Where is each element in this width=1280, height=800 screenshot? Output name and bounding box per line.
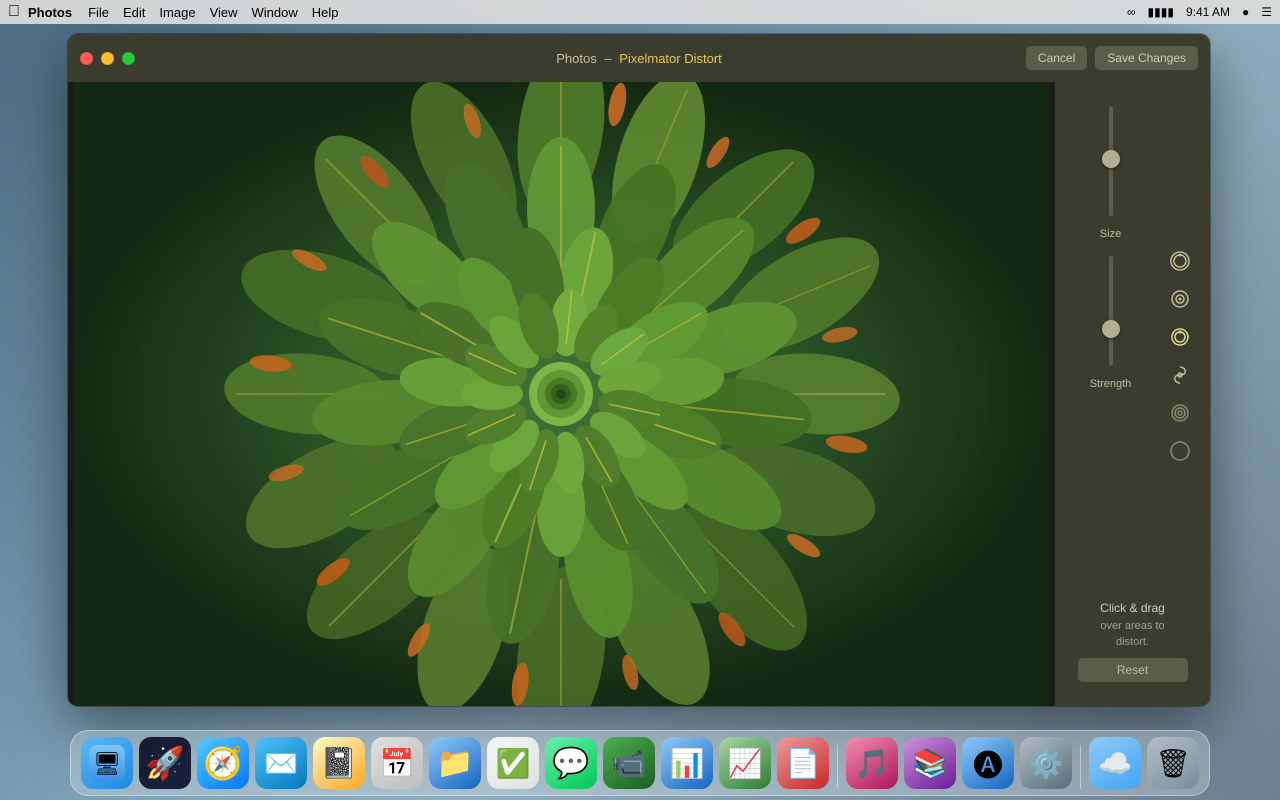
dock-icon-safari[interactable]: 🧭 <box>197 737 249 789</box>
menu-help[interactable]: Help <box>312 5 339 20</box>
strength-slider-section: Strength <box>1063 248 1158 390</box>
dock-icon-messages[interactable]: 💬 <box>545 737 597 789</box>
strength-slider-thumb[interactable] <box>1102 320 1120 338</box>
window-body: Size Strength <box>68 82 1210 706</box>
dock-icon-appstore[interactable]: 🅐 <box>962 737 1014 789</box>
dock-separator <box>837 745 838 789</box>
dock-icon-pages[interactable]: 📄 <box>777 737 829 789</box>
photo-image <box>68 82 1055 706</box>
info-sub-text: over areas to distort. <box>1078 619 1188 650</box>
menu-view[interactable]: View <box>210 5 238 20</box>
title-plugin-name: Pixelmator Distort <box>619 51 722 66</box>
dock-separator-2 <box>1080 745 1081 789</box>
dock-icon-keynote[interactable]: 📊 <box>661 737 713 789</box>
dock: 🖥 🚀 🧭 ✉️ 📓 📅 📁 ✅ 💬 📹 📊 <box>70 730 1210 796</box>
menu-window[interactable]: Window <box>252 5 298 20</box>
dock-icon-facetime[interactable]: 📹 <box>603 737 655 789</box>
dock-icon-books[interactable]: 📚 <box>904 737 956 789</box>
reset-button[interactable]: Reset <box>1078 658 1188 682</box>
menu-edit[interactable]: Edit <box>123 5 145 20</box>
strength-label: Strength <box>1090 378 1132 390</box>
title-bar-buttons: Cancel Save Changes <box>1026 46 1198 70</box>
battery-icon: ▮▮▮▮ <box>1148 5 1174 19</box>
minimize-button[interactable] <box>101 52 114 65</box>
title-bar: Photos – Pixelmator Distort Cancel Save … <box>68 34 1210 82</box>
sliders-column: Size Strength <box>1063 98 1158 593</box>
distort-circle-icon[interactable] <box>1164 435 1196 467</box>
window-title: Photos – Pixelmator Distort <box>556 51 722 66</box>
close-button[interactable] <box>80 52 93 65</box>
clock: 9:41 AM <box>1186 5 1230 19</box>
dock-icon-calendar[interactable]: 📅 <box>371 737 423 789</box>
search-icon[interactable]: ● <box>1242 5 1249 19</box>
panel-controls: Size Strength <box>1063 98 1202 593</box>
dock-icon-music[interactable]: 🎵 <box>846 737 898 789</box>
photo-canvas[interactable] <box>68 82 1055 706</box>
size-slider-thumb[interactable] <box>1102 150 1120 168</box>
dock-icon-notes[interactable]: 📓 <box>313 737 365 789</box>
dock-icon-files[interactable]: 📁 <box>429 737 481 789</box>
tools-column <box>1158 98 1202 593</box>
menubar:  Photos File Edit Image View Window Hel… <box>0 0 1280 24</box>
traffic-lights <box>80 52 135 65</box>
distort-pinch-icon[interactable] <box>1164 397 1196 429</box>
strength-slider-track[interactable] <box>1109 256 1113 366</box>
dock-icon-launchpad[interactable]: 🚀 <box>139 737 191 789</box>
distort-spiral-cw-icon[interactable] <box>1164 245 1196 277</box>
info-main-text: Click & drag <box>1078 601 1188 615</box>
save-changes-button[interactable]: Save Changes <box>1095 46 1198 70</box>
distort-spiral-active-icon[interactable] <box>1164 321 1196 353</box>
dock-icon-sysprefs[interactable]: ⚙️ <box>1020 737 1072 789</box>
title-separator: – <box>604 51 611 66</box>
distort-bump-icon[interactable] <box>1164 283 1196 315</box>
dock-icon-numbers[interactable]: 📈 <box>719 737 771 789</box>
app-name[interactable]: Photos <box>28 5 72 20</box>
dock-icon-mail[interactable]: ✉️ <box>255 737 307 789</box>
size-slider-section: Size <box>1063 98 1158 240</box>
cancel-button[interactable]: Cancel <box>1026 46 1087 70</box>
dock-icon-reminders[interactable]: ✅ <box>487 737 539 789</box>
dock-icon-finder[interactable]: 🖥 <box>81 737 133 789</box>
desktop:  Photos File Edit Image View Window Hel… <box>0 0 1280 800</box>
menu-image[interactable]: Image <box>159 5 195 20</box>
distort-twirl-icon[interactable] <box>1164 359 1196 391</box>
menu-file[interactable]: File <box>88 5 109 20</box>
size-label: Size <box>1100 228 1121 240</box>
menubar-status-area: ∞ ▮▮▮▮ 9:41 AM ● ☰ <box>1127 5 1272 19</box>
wifi-icon: ∞ <box>1127 5 1136 19</box>
dock-icon-trash[interactable]: 🗑 <box>1147 737 1199 789</box>
right-panel: Size Strength <box>1055 82 1210 706</box>
svg-text:🖥: 🖥 <box>93 751 121 776</box>
size-slider-track[interactable] <box>1109 106 1113 216</box>
dock-icon-icloud[interactable]: ☁️ <box>1089 737 1141 789</box>
title-app-name: Photos <box>556 51 596 66</box>
photos-window: Photos – Pixelmator Distort Cancel Save … <box>68 34 1210 706</box>
info-section: Click & drag over areas to distort. Rese… <box>1078 593 1188 690</box>
control-center-icon[interactable]: ☰ <box>1261 5 1272 19</box>
fullscreen-button[interactable] <box>122 52 135 65</box>
apple-menu[interactable]:  <box>8 3 20 21</box>
